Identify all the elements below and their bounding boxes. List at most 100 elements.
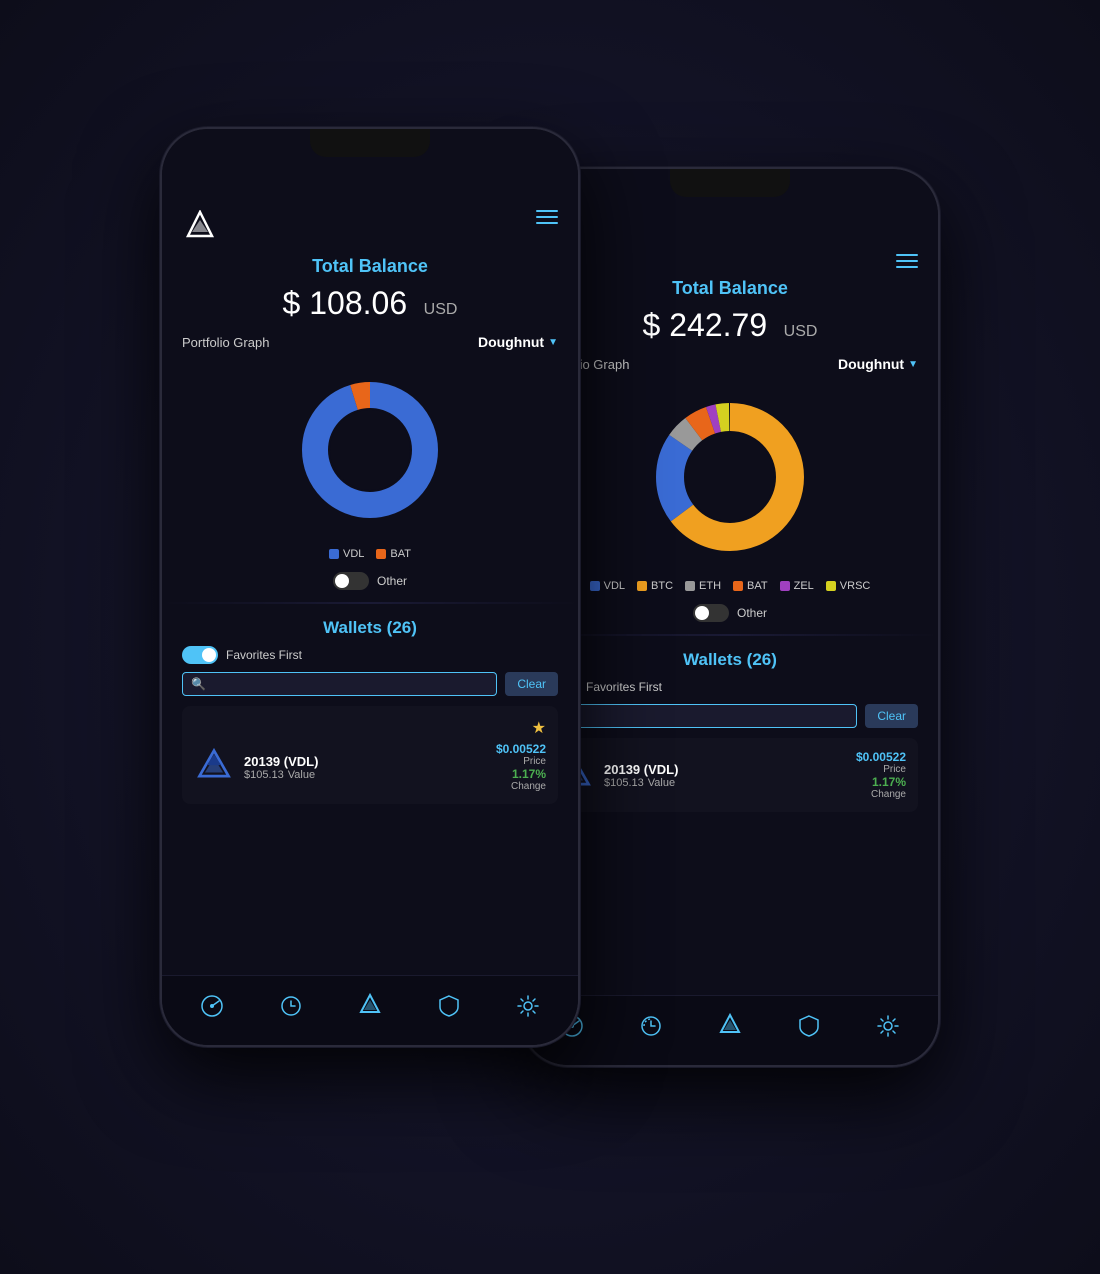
doughnut-label-back: Doughnut xyxy=(838,356,904,372)
graph-section-back: Portfolio Graph Doughnut ▼ xyxy=(522,356,938,572)
screen-front: Total Balance $ 108.06 USD Portfolio Gra… xyxy=(162,129,578,1045)
doughnut-label-front: Doughnut xyxy=(478,334,544,350)
search-input-back[interactable] xyxy=(572,709,848,723)
shield-icon-front xyxy=(436,993,462,1019)
legend-item-vrsc-back: VRSC xyxy=(826,580,871,592)
balance-section-back: Total Balance $ 242.79 USD xyxy=(522,278,938,356)
wallet-change-back: 1.17% xyxy=(856,775,906,789)
graph-header-front: Portfolio Graph Doughnut ▼ xyxy=(182,334,558,350)
wallet-logo-front xyxy=(194,747,234,787)
wallet-price-front: $0.00522 xyxy=(496,742,546,756)
favorites-label-back: Favorites First xyxy=(586,680,662,694)
nav-shield-front[interactable] xyxy=(436,993,462,1019)
wallets-section-back: Wallets (26) Favorites First 🔍 Clear xyxy=(522,640,938,828)
donut-chart-back xyxy=(542,382,918,572)
other-toggle-switch-back[interactable] xyxy=(693,604,729,622)
wallets-title-front: Wallets (26) xyxy=(182,618,558,638)
legend-item-vdl-front: VDL xyxy=(329,548,364,560)
history-icon-front xyxy=(278,993,304,1019)
wallet-price-info-back: $0.00522 Price 1.17% Change xyxy=(856,750,906,800)
nav-vdl-front[interactable] xyxy=(357,993,383,1019)
legend-item-bat-front: BAT xyxy=(376,548,411,560)
doughnut-arrow-back: ▼ xyxy=(908,359,918,370)
search-row-back: 🔍 Clear xyxy=(542,704,918,728)
nav-history-front[interactable] xyxy=(278,993,304,1019)
other-label-back: Other xyxy=(737,606,767,620)
legend-front: VDL BAT xyxy=(162,540,578,568)
legend-item-btc-back: BTC xyxy=(637,580,673,592)
clear-button-back[interactable]: Clear xyxy=(865,704,918,728)
favorites-label-front: Favorites First xyxy=(226,648,302,662)
favorites-toggle-front[interactable] xyxy=(182,646,218,664)
graph-header-back: Portfolio Graph Doughnut ▼ xyxy=(542,356,918,372)
app-logo-front xyxy=(182,210,218,246)
search-icon-front: 🔍 xyxy=(191,677,206,691)
legend-item-vdl-back: VDL xyxy=(590,580,625,592)
wallet-change-front: 1.17% xyxy=(496,767,546,781)
menu-button-back[interactable] xyxy=(896,254,918,268)
settings-icon-back xyxy=(875,1013,901,1039)
wallets-section-front: Wallets (26) Favorites First 🔍 Clear xyxy=(162,608,578,820)
nav-settings-back[interactable] xyxy=(875,1013,901,1039)
search-input-wrap-back: 🔍 xyxy=(542,704,857,728)
search-input-front[interactable] xyxy=(212,677,488,691)
balance-section-front: Total Balance $ 108.06 USD xyxy=(162,256,578,334)
legend-back: VDL BTC ETH BAT xyxy=(522,572,938,600)
wallet-price-label-back: Price xyxy=(856,764,906,775)
wallet-price-back: $0.00522 xyxy=(856,750,906,764)
wallet-name-front: 20139 (VDL) xyxy=(244,754,486,769)
wallet-change-label-front: Change xyxy=(496,781,546,792)
favorites-row-back: Favorites First xyxy=(542,678,918,696)
wallet-value-front: $105.13 xyxy=(244,769,284,781)
vdl-icon-front xyxy=(357,993,383,1019)
wallet-value-label-back: Value xyxy=(648,777,675,789)
wallet-name-back: 20139 (VDL) xyxy=(604,762,846,777)
history-icon-back xyxy=(638,1013,664,1039)
doughnut-selector-front[interactable]: Doughnut ▼ xyxy=(478,334,558,350)
shield-icon-back xyxy=(796,1013,822,1039)
wallet-price-label-front: Price xyxy=(496,756,546,767)
legend-item-bat-back: BAT xyxy=(733,580,768,592)
wallet-card-front[interactable]: ★ 20139 (VDL) $105.13 xyxy=(182,706,558,804)
balance-amount-back: $ 242.79 USD xyxy=(542,303,918,346)
donut-chart-front xyxy=(182,360,558,540)
top-bar-front xyxy=(162,174,578,256)
bottom-nav-front xyxy=(162,975,578,1045)
search-input-wrap-front: 🔍 xyxy=(182,672,497,696)
favorite-star-front[interactable]: ★ xyxy=(532,718,546,738)
wallet-info-front: 20139 (VDL) $105.13 Value xyxy=(244,754,486,781)
legend-item-zel-back: ZEL xyxy=(780,580,814,592)
nav-history-back[interactable] xyxy=(638,1013,664,1039)
clear-button-front[interactable]: Clear xyxy=(505,672,558,696)
wallet-value-back: $105.13 xyxy=(604,777,644,789)
screen-back: Total Balance $ 242.79 USD Portfolio Gra… xyxy=(522,169,938,1065)
portfolio-label-front: Portfolio Graph xyxy=(182,335,269,350)
nav-dashboard-front[interactable] xyxy=(199,993,225,1019)
wallet-info-back: 20139 (VDL) $105.13 Value xyxy=(604,762,846,789)
wallet-card-back[interactable]: 20139 (VDL) $105.13 Value $0.00522 Price… xyxy=(542,738,918,812)
notch-front xyxy=(310,129,430,157)
nav-shield-back[interactable] xyxy=(796,1013,822,1039)
phone-front: Total Balance $ 108.06 USD Portfolio Gra… xyxy=(160,127,580,1047)
balance-label-front: Total Balance xyxy=(182,256,558,277)
wallet-change-label-back: Change xyxy=(856,789,906,800)
wallets-title-back: Wallets (26) xyxy=(542,650,918,670)
balance-amount-front: $ 108.06 USD xyxy=(182,281,558,324)
favorites-row-front: Favorites First xyxy=(182,646,558,664)
wallet-price-info-front: $0.00522 Price 1.17% Change xyxy=(496,742,546,792)
search-row-front: 🔍 Clear xyxy=(182,672,558,696)
other-toggle-front: Other xyxy=(162,568,578,598)
other-label-front: Other xyxy=(377,574,407,588)
other-toggle-switch-front[interactable] xyxy=(333,572,369,590)
nav-vdl-back[interactable] xyxy=(717,1013,743,1039)
vdl-icon-back xyxy=(717,1013,743,1039)
menu-button-front[interactable] xyxy=(536,210,558,246)
doughnut-selector-back[interactable]: Doughnut ▼ xyxy=(838,356,918,372)
other-toggle-back: Other xyxy=(522,600,938,630)
settings-icon-front xyxy=(515,993,541,1019)
dashboard-icon-front xyxy=(199,993,225,1019)
legend-item-eth-back: ETH xyxy=(685,580,721,592)
doughnut-arrow-front: ▼ xyxy=(548,337,558,348)
graph-section-front: Portfolio Graph Doughnut ▼ xyxy=(162,334,578,540)
nav-settings-front[interactable] xyxy=(515,993,541,1019)
